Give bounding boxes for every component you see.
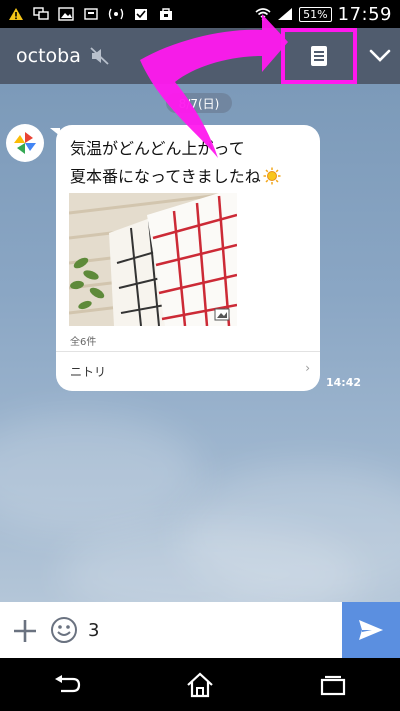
- image-icon: [58, 7, 74, 21]
- background-cloud: [0, 414, 200, 534]
- avatar[interactable]: [6, 124, 44, 162]
- wifi-icon: [255, 8, 271, 21]
- note-icon: [311, 46, 327, 66]
- towel-photo: [69, 193, 237, 326]
- message-text-line1: 気温がどんどん上がって: [70, 139, 245, 158]
- photo-count: 全6件: [70, 337, 97, 348]
- emoji-icon[interactable]: [50, 616, 78, 644]
- mute-icon: [90, 47, 109, 65]
- back-button[interactable]: [47, 665, 87, 705]
- battery-indicator: 51%: [299, 6, 332, 22]
- chevron-right-icon: ›: [305, 361, 310, 375]
- message-photo[interactable]: [69, 193, 237, 326]
- navigation-bar: [0, 658, 400, 711]
- clipboard-check-icon: [135, 9, 147, 20]
- chat-menu-button[interactable]: [360, 28, 400, 84]
- warning-icon: [9, 8, 23, 20]
- plus-icon[interactable]: [12, 618, 38, 644]
- pinwheel-logo: [14, 132, 36, 154]
- home-icon: [187, 672, 213, 697]
- chat-header: octoba: [0, 28, 400, 84]
- message-text-line2: 夏本番になってきましたね: [70, 163, 281, 187]
- screens-icon: [33, 7, 49, 20]
- chat-title: octoba: [16, 45, 81, 67]
- nfc-icon: [108, 8, 124, 20]
- status-bar: 51% 17:59: [0, 0, 400, 28]
- cast-icon: [84, 8, 98, 20]
- bag-icon: [160, 8, 172, 20]
- divider: [56, 351, 320, 352]
- chat-area[interactable]: 8/7(日) 気温がどんどん上がって 夏本番になってきましたね 全6件 ニトリ …: [0, 84, 400, 602]
- notes-button[interactable]: [281, 28, 357, 84]
- date-separator: 8/7(日): [166, 93, 232, 113]
- message-input[interactable]: [88, 612, 336, 648]
- back-icon: [54, 674, 80, 692]
- recent-apps-button[interactable]: [313, 665, 353, 705]
- message-timestamp: 14:42: [326, 376, 362, 389]
- external-image-icon: [214, 308, 230, 321]
- home-button[interactable]: [180, 665, 220, 705]
- input-bar: [0, 602, 400, 658]
- sun-emoji-icon: [263, 167, 281, 185]
- shop-link[interactable]: ニトリ: [70, 363, 106, 380]
- send-icon: [359, 620, 383, 640]
- clock: 17:59: [337, 3, 392, 25]
- chevron-down-icon: [369, 49, 391, 62]
- recent-apps-icon: [321, 675, 346, 695]
- send-button[interactable]: [342, 602, 400, 658]
- signal-icon: [278, 8, 293, 20]
- message-text-line2-text: 夏本番になってきましたね: [70, 167, 261, 186]
- message-bubble[interactable]: 気温がどんどん上がって 夏本番になってきましたね 全6件 ニトリ ›: [56, 125, 320, 391]
